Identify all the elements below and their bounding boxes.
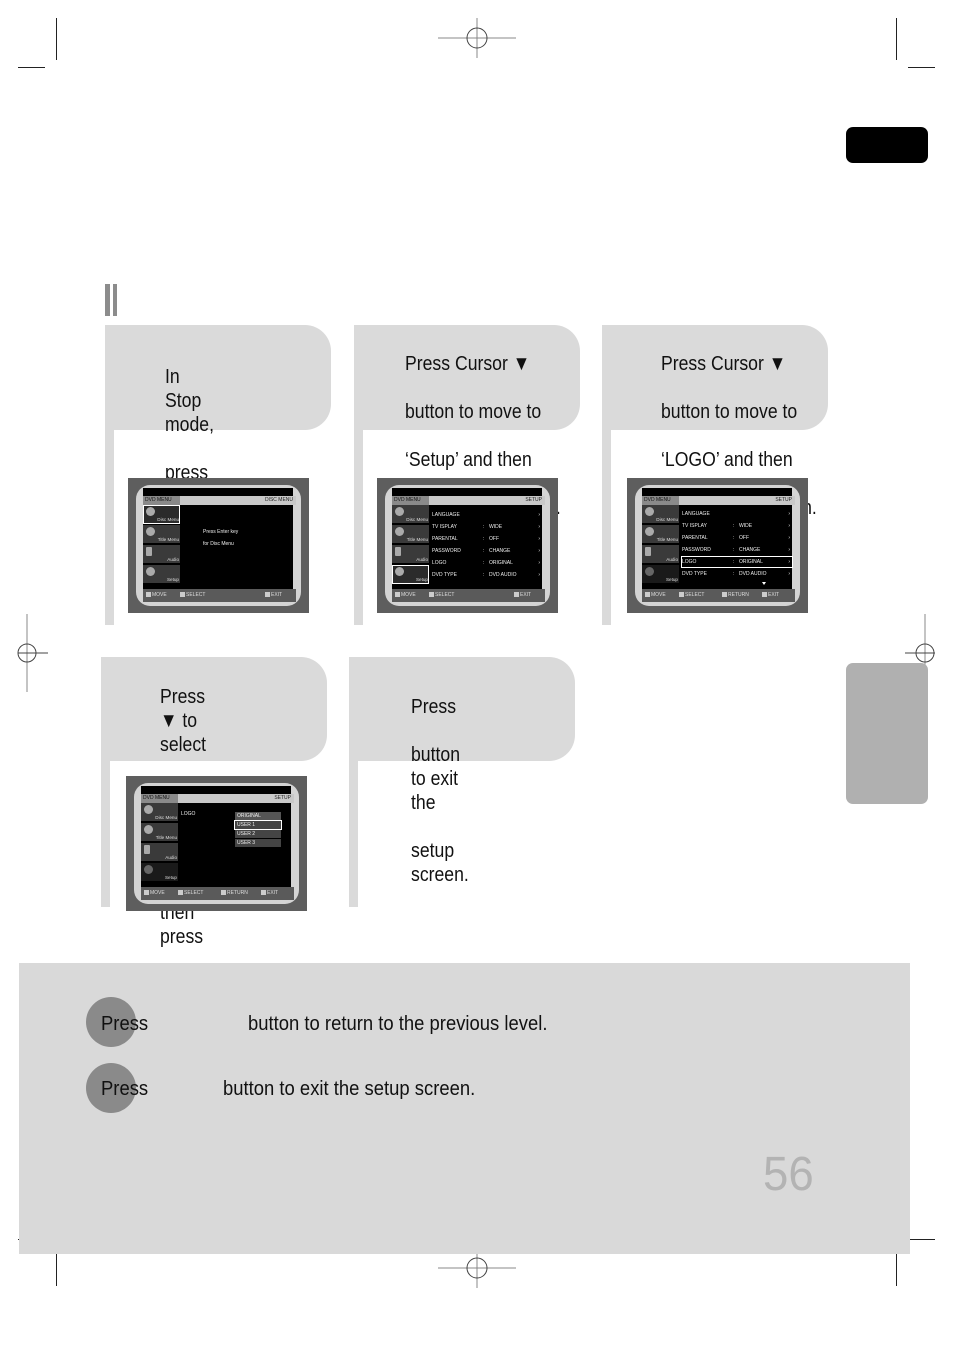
osd-footer: MOVE SELECT EXIT xyxy=(392,589,545,602)
disc-icon xyxy=(645,507,654,516)
osd-row: LANGUAGE › xyxy=(432,512,540,518)
speaker-icon xyxy=(645,547,651,556)
chapter-tab xyxy=(846,127,928,163)
note-text: button to exit the setup screen. xyxy=(223,1077,476,1100)
osd-side-menu: Disc Menu Title Menu Audio Setup xyxy=(392,505,429,585)
crop-mark xyxy=(896,18,897,60)
title-icon xyxy=(144,825,153,834)
step-text: Press button to exit the setup screen. xyxy=(411,695,469,886)
osd-screen: DVD MENU DISC MENU Disc Menu Title Menu … xyxy=(143,488,296,602)
gear-icon xyxy=(144,865,153,874)
crop-mark xyxy=(908,67,935,68)
osd-row: PASSWORD: CHANGE › xyxy=(432,548,540,554)
scroll-down-icon xyxy=(762,582,766,585)
osd-side-item-title-menu: Title Menu xyxy=(143,525,180,544)
osd-row: DVD TYPE: DVD AUDIO › xyxy=(432,572,540,578)
speaker-icon xyxy=(395,547,401,556)
speaker-icon xyxy=(144,845,150,854)
gear-icon xyxy=(395,567,404,576)
osd-brand: DVD MENU xyxy=(143,496,180,505)
osd-message: Press Enter key for Disc Menu xyxy=(203,529,239,547)
section-heading-marker xyxy=(105,284,117,316)
osd-row: LOGO: ORIGINAL › xyxy=(432,560,540,566)
osd-option-highlighted: USER 1 xyxy=(234,820,282,830)
step-rail xyxy=(349,761,358,907)
osd-title: DISC MENU xyxy=(264,497,293,503)
title-icon xyxy=(645,527,654,536)
note-prefix: Press xyxy=(101,1012,149,1035)
note-text: button to return to the previous level. xyxy=(248,1012,548,1035)
disc-icon xyxy=(146,507,155,516)
osd-screenshot-logo-options: DVD MENU SETUP Disc Menu Title Menu Audi… xyxy=(126,776,307,911)
osd-screen: DVD MENU SETUP Disc Menu Title Menu Audi… xyxy=(642,488,795,602)
osd-side-menu: Disc Menu Title Menu Audio Setup xyxy=(141,803,178,883)
osd-side-menu: Disc Menu Title Menu Audio Setup xyxy=(143,505,180,585)
title-icon xyxy=(146,527,155,536)
crop-mark xyxy=(18,67,45,68)
disc-icon xyxy=(395,507,404,516)
osd-option: ORIGINAL xyxy=(235,812,281,820)
osd-row: PARENTAL: OFF › xyxy=(432,536,540,542)
gear-icon xyxy=(645,567,654,576)
osd-screen: DVD MENU SETUP Disc Menu Title Menu Audi… xyxy=(141,786,294,900)
osd-screen: DVD MENU SETUP Disc Menu Title Menu Audi… xyxy=(392,488,545,602)
osd-side-item-disc-menu: Disc Menu xyxy=(143,505,180,524)
disc-icon xyxy=(144,805,153,814)
registration-mark-left xyxy=(8,614,48,694)
osd-option: USER 2 xyxy=(235,830,281,838)
step-rail xyxy=(105,430,114,625)
osd-row: TV ISPLAY: WIDE › xyxy=(432,524,540,530)
osd-side-item-audio: Audio xyxy=(143,545,180,564)
osd-screenshot-logo: DVD MENU SETUP Disc Menu Title Menu Audi… xyxy=(627,478,808,613)
osd-option: USER 3 xyxy=(235,839,281,847)
step-rail xyxy=(101,761,110,907)
speaker-icon xyxy=(146,547,152,556)
title-icon xyxy=(395,527,404,536)
osd-footer: MOVE SELECT EXIT xyxy=(143,589,296,602)
section-side-tab xyxy=(846,663,928,804)
osd-screenshot-disc-menu: DVD MENU DISC MENU Disc Menu Title Menu … xyxy=(128,478,309,613)
step-rail xyxy=(354,430,363,625)
gear-icon xyxy=(146,567,155,576)
page-number: 56 xyxy=(763,1148,814,1201)
osd-logo-panel: LOGO ORIGINAL USER 1 USER 2 USER 3 xyxy=(179,804,294,883)
crop-mark xyxy=(56,18,57,60)
osd-side-item-setup: Setup xyxy=(143,565,180,584)
osd-footer: MOVE SELECT RETURN EXIT xyxy=(642,589,795,602)
osd-screenshot-setup: DVD MENU SETUP Disc Menu Title Menu Audi… xyxy=(377,478,558,613)
registration-mark-bottom xyxy=(438,1248,516,1288)
step-rail xyxy=(602,430,611,625)
registration-mark-top xyxy=(438,18,516,58)
osd-row-highlighted: LOGO: ORIGINAL › xyxy=(681,556,793,568)
osd-setup-list: LANGUAGE › TV ISPLAY: WIDE › PARENTAL: OFF › … xyxy=(430,506,545,585)
note-prefix: Press xyxy=(101,1077,149,1100)
note-box: Press button to return to the previous l… xyxy=(19,963,910,1254)
osd-side-menu: Disc Menu Title Menu Audio Setup xyxy=(642,505,679,585)
osd-setup-list: LANGUAGE › TV ISPLAY: WIDE › PARENTAL: OFF › … xyxy=(680,506,795,585)
crop-mark xyxy=(908,1239,935,1240)
osd-footer: MOVE SELECT RETURN EXIT xyxy=(141,887,294,900)
